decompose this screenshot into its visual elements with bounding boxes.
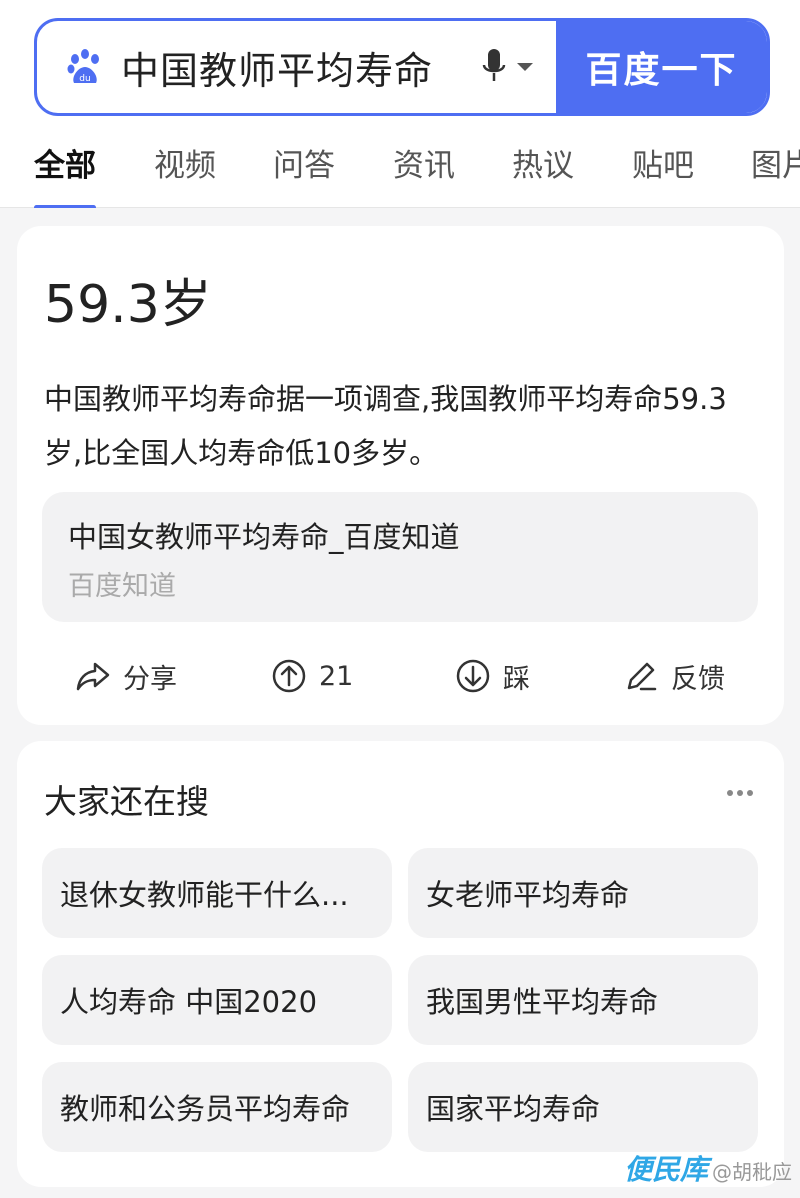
header: du 中国教师平均寿命 百度一下 全部 视频 问答 资讯 热议 贴吧 图片 [0,0,800,208]
related-search-item[interactable]: 退休女教师能干什么... [42,848,392,938]
arrow-up-circle-icon [272,659,306,693]
tab-qa[interactable]: 问答 [273,140,335,208]
action-bar: 分享 21 踩 反馈 [17,651,784,701]
related-search-item[interactable]: 我国男性平均寿命 [408,955,758,1045]
downvote-button[interactable]: 踩 [455,651,530,701]
pencil-icon [627,662,657,691]
related-searches-card: 大家还在搜 退休女教师能干什么... 女老师平均寿命 人均寿命 中国2020 我… [17,741,784,1187]
feedback-label: 反馈 [671,663,725,695]
watermark: 便民库 @胡秕应 [624,1148,792,1188]
chevron-down-icon [517,63,533,71]
answer-value: 59.3岁 [44,275,212,335]
share-button[interactable]: 分享 [75,651,177,701]
watermark-brand: 便民库 [623,1153,708,1186]
search-input[interactable]: du 中国教师平均寿命 [37,21,556,113]
tab-bar: 全部 视频 问答 资讯 热议 贴吧 图片 [0,140,800,208]
answer-card: 59.3岁 中国教师平均寿命据一项调查,我国教师平均寿命59.3岁,比全国人均寿… [17,226,784,725]
related-search-item[interactable]: 国家平均寿命 [408,1062,758,1152]
share-label: 分享 [123,663,177,695]
related-search-item[interactable]: 教师和公务员平均寿命 [42,1062,392,1152]
tab-video[interactable]: 视频 [154,140,216,208]
watermark-user: @胡秕应 [712,1160,792,1184]
upvote-count: 21 [319,660,354,692]
tab-images[interactable]: 图片 [751,140,800,208]
related-search-item[interactable]: 女老师平均寿命 [408,848,758,938]
search-button[interactable]: 百度一下 [556,21,767,113]
related-search-item[interactable]: 人均寿命 中国2020 [42,955,392,1045]
arrow-down-circle-icon [456,659,490,693]
svg-text:du: du [79,74,90,84]
feedback-button[interactable]: 反馈 [623,651,725,701]
downvote-label: 踩 [503,663,530,695]
share-icon [76,662,110,691]
related-title: 大家还在搜 [44,782,209,821]
tab-news[interactable]: 资讯 [393,140,455,208]
voice-search[interactable] [480,47,556,87]
search-query-text: 中国教师平均寿命 [121,48,434,93]
baidu-paw-icon: du [67,49,99,84]
tab-tieba[interactable]: 贴吧 [632,140,694,208]
upvote-button[interactable]: 21 [271,651,353,701]
microphone-icon [482,49,506,81]
tab-discussion[interactable]: 热议 [512,140,574,208]
source-title: 中国女教师平均寿命_百度知道 [68,520,460,554]
search-bar: du 中国教师平均寿命 百度一下 [34,18,770,116]
source-name: 百度知道 [68,571,176,602]
answer-text: 中国教师平均寿命据一项调查,我国教师平均寿命59.3岁,比全国人均寿命低10多岁… [44,382,727,470]
source-link[interactable]: 中国女教师平均寿命_百度知道 百度知道 [42,492,758,622]
more-icon[interactable] [726,789,754,797]
tab-all[interactable]: 全部 [34,140,96,208]
